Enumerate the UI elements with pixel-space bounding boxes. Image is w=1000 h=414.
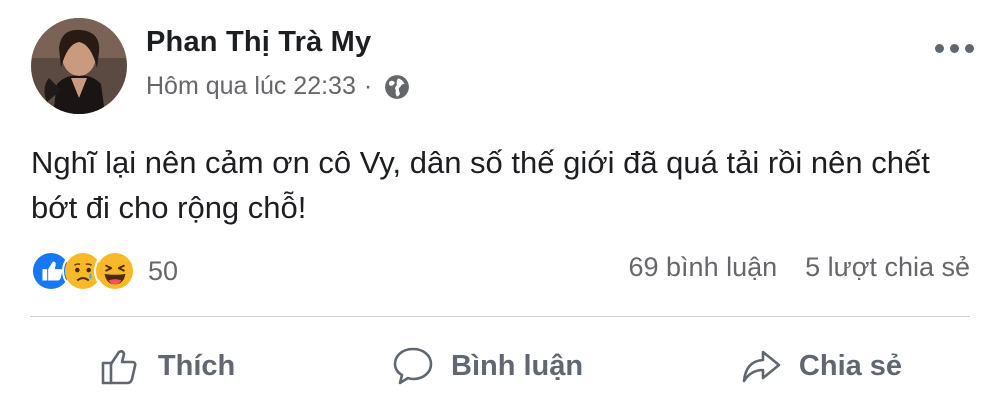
reaction-count: 50 — [148, 255, 179, 286]
more-options-icon[interactable] — [935, 44, 974, 53]
comment-count[interactable]: 69 bình luận — [629, 252, 778, 283]
avatar[interactable] — [31, 18, 127, 114]
share-button[interactable]: Chia sẻ — [739, 344, 902, 388]
post-text: Nghĩ lại nên cảm ơn cô Vy, dân số thế gi… — [31, 145, 930, 225]
like-button[interactable]: Thích — [98, 344, 235, 388]
share-count[interactable]: 5 lượt chia sẻ — [805, 252, 970, 283]
divider — [30, 316, 970, 317]
action-bar: Thích Bình luận Chia sẻ — [0, 336, 1000, 396]
reactions-summary[interactable]: 50 — [30, 250, 178, 292]
meta-separator: · — [363, 72, 373, 100]
comment-button-label: Bình luận — [451, 349, 584, 382]
post-timestamp[interactable]: Hôm qua lúc 22:33 — [146, 72, 356, 101]
more-dot — [965, 44, 974, 53]
profile-photo — [31, 18, 127, 114]
post-meta: Hôm qua lúc 22:33 · — [146, 72, 410, 101]
like-button-label: Thích — [157, 349, 236, 382]
haha-reaction-icon — [94, 250, 136, 292]
more-dot — [950, 44, 959, 53]
post-stats: 69 bình luận 5 lượt chia sẻ — [629, 252, 971, 283]
thumbs-up-icon — [101, 350, 137, 385]
share-arrow-icon — [742, 350, 781, 383]
globe-icon[interactable] — [384, 74, 410, 100]
author-name[interactable]: Phan Thị Trà My — [146, 26, 371, 59]
comment-bubble-icon — [393, 347, 433, 385]
share-button-label: Chia sẻ — [798, 349, 903, 382]
more-dot — [935, 44, 944, 53]
comment-button[interactable]: Bình luận — [391, 344, 583, 388]
